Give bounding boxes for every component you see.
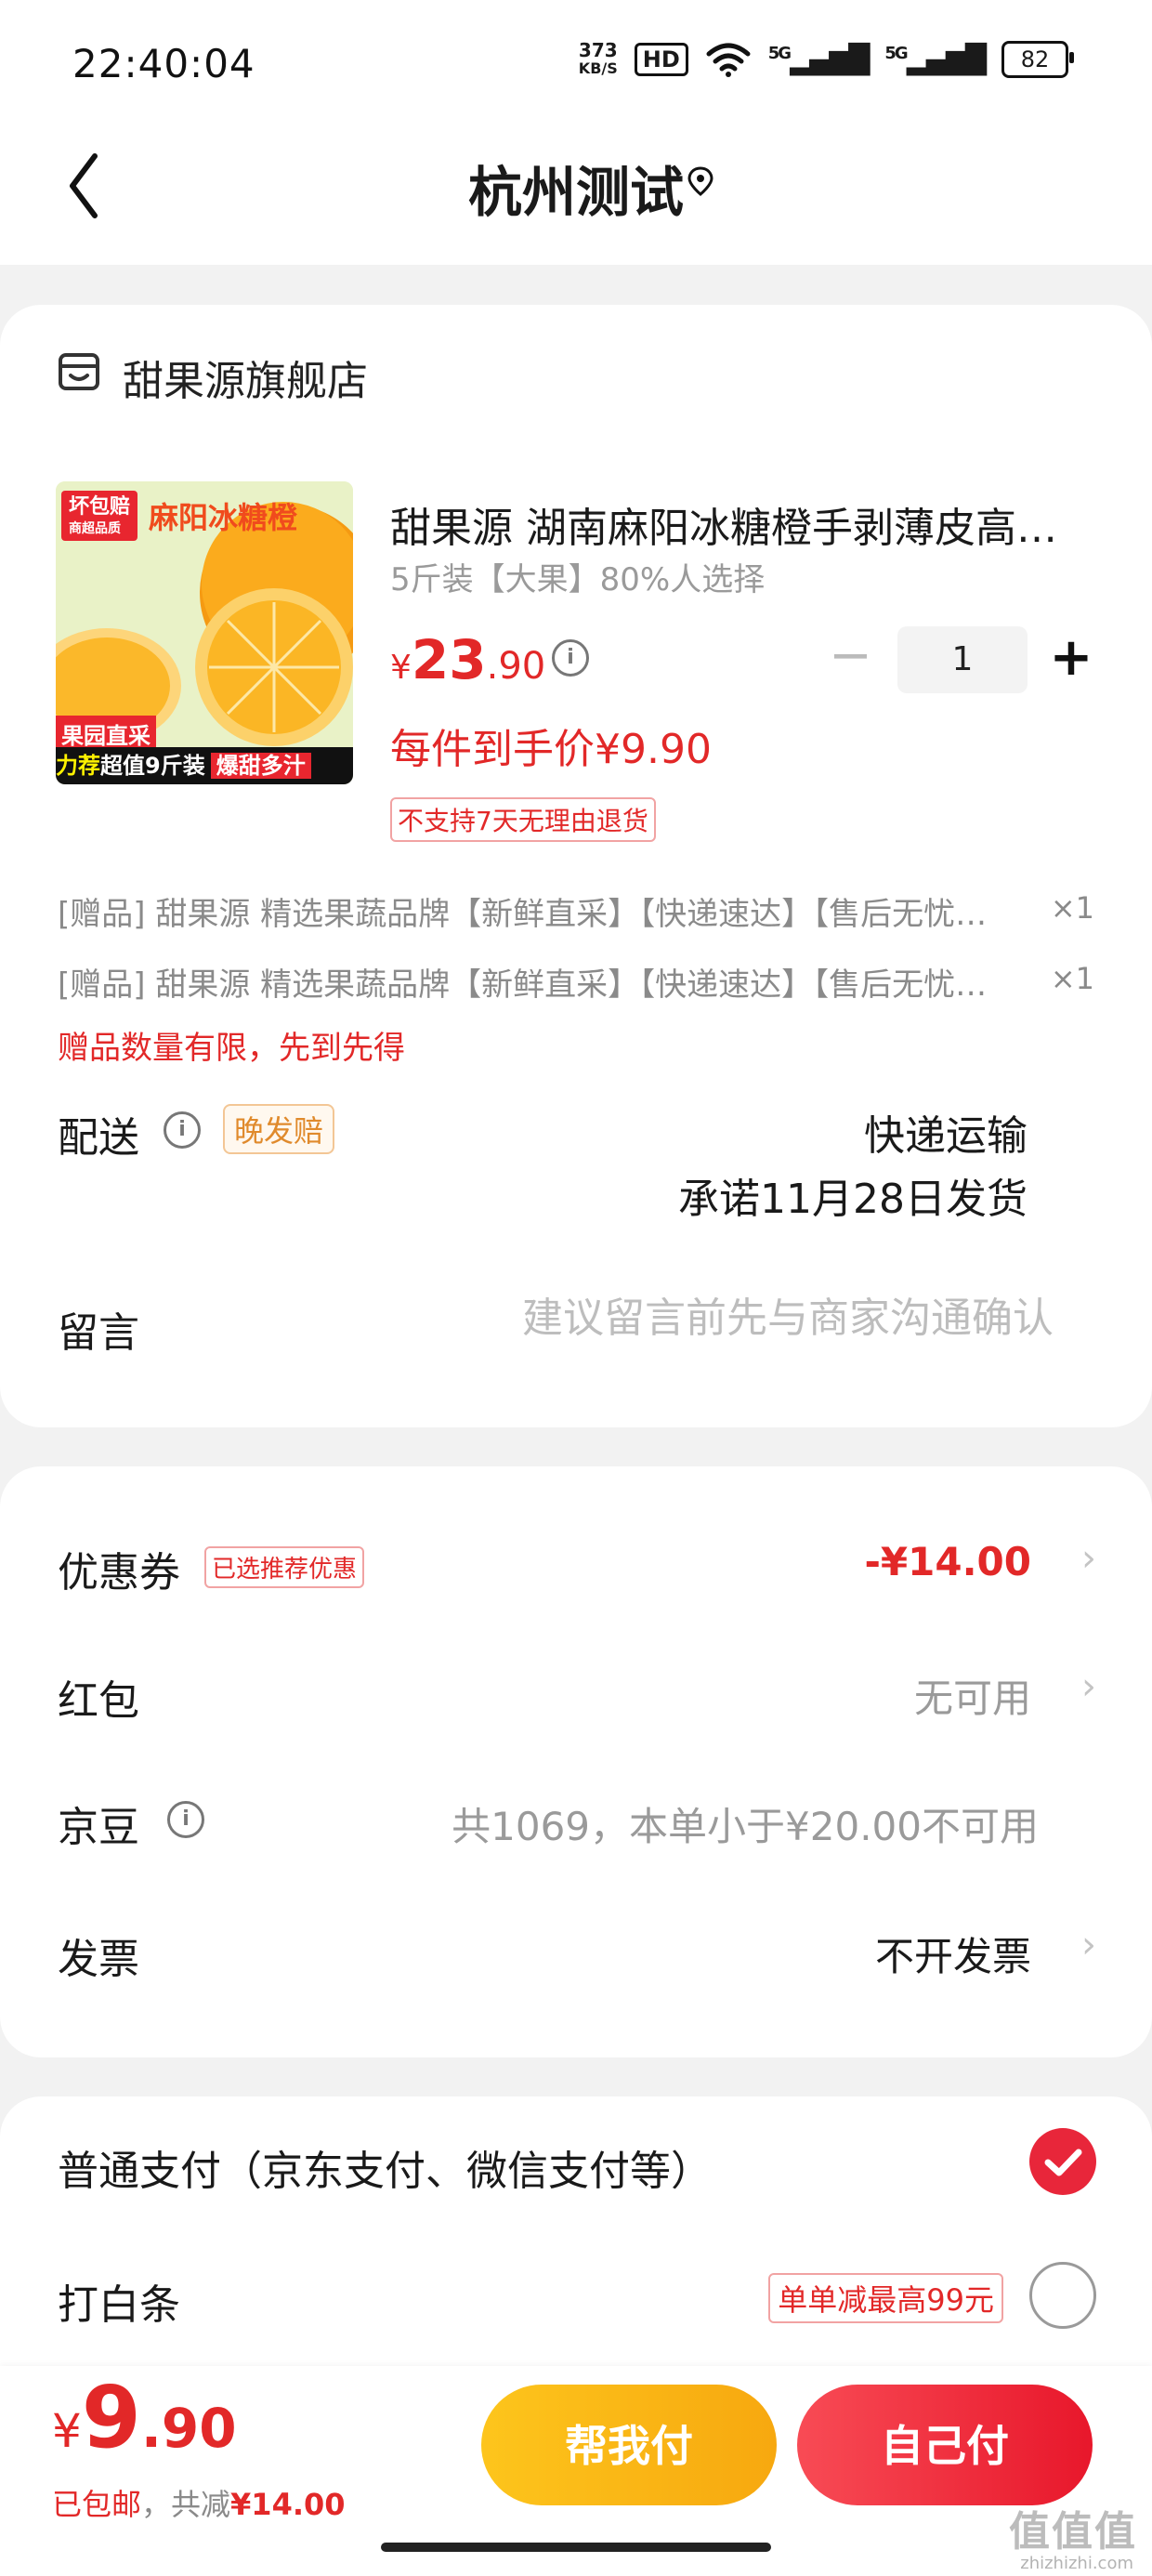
product-price: ¥23.90 — [390, 628, 546, 691]
page-title: 杭州测试 — [467, 161, 684, 224]
home-indicator[interactable] — [381, 2543, 771, 2552]
coupon-label: 优惠券 — [58, 1549, 180, 1597]
price-info-icon[interactable]: i — [552, 639, 589, 677]
product-image[interactable]: 坏包赔 商超品质 麻阳冰糖橙 果园直采 力荐超值9斤装 爆甜多汁 — [56, 481, 353, 784]
total-summary: 已包邮，共减¥14.00 — [52, 2487, 346, 2522]
red-packet-label: 红包 — [58, 1677, 139, 1725]
gift-qty: ×1 — [1050, 961, 1094, 996]
wifi-icon — [706, 43, 751, 77]
gift-item[interactable]: [赠品] 甜果源 精选果蔬品牌【新鲜直采】【快递速达】【售后无忧… — [58, 888, 1098, 934]
delivery-method[interactable]: 快递运输 — [864, 1102, 1028, 1162]
quantity-value[interactable]: 1 — [897, 626, 1028, 693]
store-name[interactable]: 甜果源旗舰店 — [123, 348, 368, 407]
gift-item[interactable]: [赠品] 甜果源 精选果蔬品牌【新鲜直采】【快递速达】【售后无忧… — [58, 959, 1098, 1005]
radio-button[interactable] — [1029, 2262, 1096, 2329]
image-product-name: 麻阳冰糖橙 — [149, 500, 298, 535]
normal-pay-label[interactable]: 普通支付（京东支付、微信支付等） — [58, 2137, 712, 2197]
chevron-right-icon[interactable]: › — [1081, 1665, 1096, 1708]
product-title[interactable]: 甜果源 湖南麻阳冰糖橙手剥薄皮高… — [390, 494, 1078, 554]
gift-note: 赠品数量有限，先到先得 — [58, 1030, 405, 1067]
baitiao-promo-badge: 单单减最高99元 — [768, 2273, 1003, 2323]
jd-beans-value: 共1069，本单小于¥20.00不可用 — [452, 1804, 1039, 1849]
watermark: 值值值 — [1009, 2508, 1137, 2556]
self-pay-button[interactable]: 自己付 — [797, 2385, 1093, 2505]
image-badge-sub: 商超品质 — [69, 521, 121, 536]
delivery-info-icon[interactable]: i — [164, 1111, 201, 1149]
invoice-value[interactable]: 不开发票 — [875, 1925, 1031, 1982]
gift-qty: ×1 — [1050, 890, 1094, 926]
status-icons: 373 KB/S HD 5G▂▄▆█ 5G▂▄▆█ 82 — [578, 39, 1074, 78]
signal-5g-icon: 5G▂▄▆█ — [767, 43, 871, 76]
signal-5g-icon-2: 5G▂▄▆█ — [884, 43, 987, 76]
jd-beans-info-icon[interactable]: i — [167, 1801, 204, 1838]
hd-icon: HD — [634, 43, 688, 76]
delivery-promise: 承诺11月28日发货 — [678, 1176, 1028, 1223]
return-policy-badge: 不支持7天无理由退货 — [390, 797, 656, 842]
jd-beans-label: 京豆 — [58, 1804, 139, 1851]
store-icon — [59, 353, 99, 390]
red-packet-value[interactable]: 无可用 — [914, 1667, 1031, 1724]
delivery-label: 配送 — [58, 1114, 139, 1162]
arrive-price: 每件到手价¥9.90 — [390, 726, 712, 773]
net-speed: 373 KB/S — [578, 39, 618, 77]
coupon-value[interactable]: -¥14.00 — [864, 1539, 1031, 1584]
checkmark-icon[interactable] — [1029, 2128, 1096, 2195]
product-spec[interactable]: 5斤装【大果】80%人选择 — [390, 554, 765, 599]
image-bottom-banner: 力荐超值9斤装 爆甜多汁 — [56, 747, 353, 784]
chevron-right-icon[interactable]: › — [1081, 1537, 1096, 1580]
message-label: 留言 — [58, 1309, 139, 1357]
image-badge-top: 坏包赔 — [69, 495, 131, 519]
order-card — [0, 305, 1152, 1427]
help-pay-button[interactable]: 帮我付 — [481, 2385, 777, 2505]
location-pin-icon[interactable] — [684, 164, 717, 198]
quantity-decrease-button[interactable]: − — [829, 630, 872, 682]
total-price: ¥9.90 — [52, 2368, 237, 2467]
battery-icon: 82 — [1001, 41, 1074, 78]
message-input[interactable] — [476, 1294, 1055, 1343]
late-compensation-badge[interactable]: 晚发赔 — [223, 1104, 335, 1154]
watermark-url: zhizhizhi.com — [1020, 2554, 1133, 2573]
status-time: 22:40:04 — [72, 41, 255, 86]
chevron-right-icon[interactable]: › — [1081, 1924, 1096, 1966]
baitiao-label[interactable]: 打白条 — [58, 2271, 180, 2331]
quantity-increase-button[interactable]: + — [1048, 632, 1094, 688]
invoice-label: 发票 — [58, 1936, 139, 1983]
coupon-recommend-badge: 已选推荐优惠 — [204, 1546, 365, 1588]
